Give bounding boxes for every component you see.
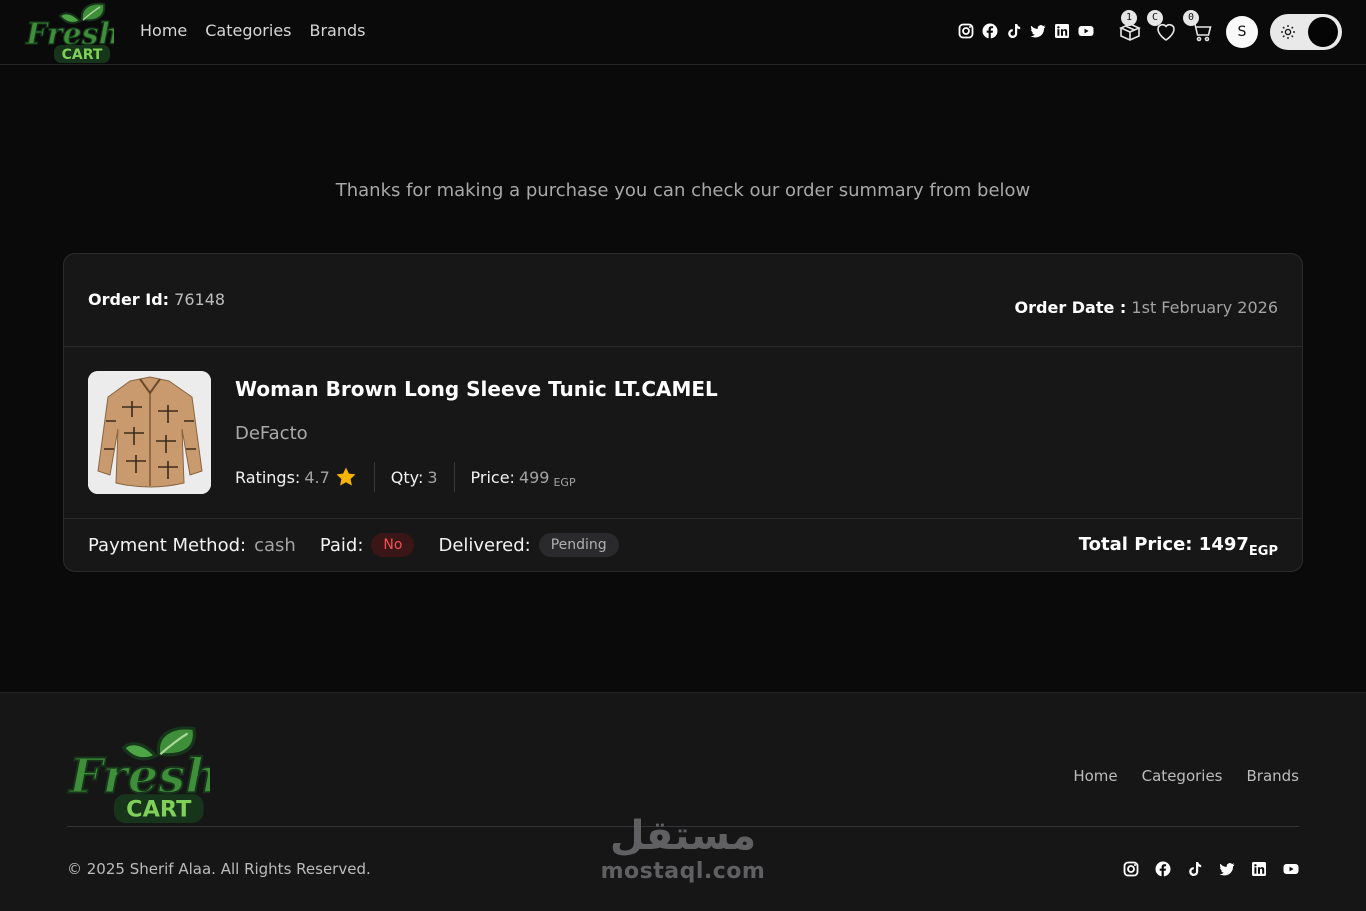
product-rating: Ratings: 4.7 xyxy=(235,462,374,492)
tiktok-icon[interactable] xyxy=(1006,23,1022,39)
footer-social-links xyxy=(1123,861,1299,877)
linkedin-icon[interactable] xyxy=(1251,861,1267,877)
product-brand: DeFacto xyxy=(235,423,308,444)
shirt-illustration xyxy=(88,371,211,494)
twitter-icon[interactable] xyxy=(1219,861,1235,877)
instagram-icon[interactable] xyxy=(958,23,974,39)
nav-action-icons: 1 C 0 xyxy=(1118,10,1218,48)
youtube-icon[interactable] xyxy=(1283,861,1299,877)
instagram-icon[interactable] xyxy=(1123,861,1139,877)
mostaql-watermark: مستقل mostaql.com xyxy=(598,812,768,884)
footer-link-brands[interactable]: Brands xyxy=(1247,767,1300,785)
paid-status-badge: No xyxy=(371,533,415,557)
toggle-knob xyxy=(1308,17,1338,47)
total-price-currency: EGP xyxy=(1248,544,1278,559)
order-footer: Payment Method: cash Paid: No Delivered:… xyxy=(64,519,1302,571)
watermark-arabic: مستقل xyxy=(609,813,757,859)
order-status: Payment Method: cash Paid: No Delivered:… xyxy=(88,531,619,559)
footer-nav: Home Categories Brands xyxy=(1073,767,1299,785)
twitter-icon[interactable] xyxy=(1030,23,1046,39)
facebook-icon[interactable] xyxy=(982,23,998,39)
fresh-cart-logo[interactable]: Fresh CART xyxy=(24,2,114,64)
product-image[interactable] xyxy=(88,371,211,494)
user-avatar[interactable]: S xyxy=(1226,16,1258,48)
order-id: Order Id: 76148 xyxy=(88,290,225,309)
order-item: Woman Brown Long Sleeve Tunic LT.CAMEL D… xyxy=(64,347,1302,519)
wishlist-count-badge: C xyxy=(1147,10,1163,26)
linkedin-icon[interactable] xyxy=(1054,23,1070,39)
product-meta: Ratings: 4.7 Qty: 3 Price: 499 EGP xyxy=(235,462,592,492)
copyright-text: © 2025 Sherif Alaa. All Rights Reserved. xyxy=(67,860,371,878)
nav-link-home[interactable]: Home xyxy=(140,21,187,40)
total-price-value: 1497 xyxy=(1198,534,1249,555)
footer-link-home[interactable]: Home xyxy=(1073,767,1117,785)
product-price: Price: 499 EGP xyxy=(453,462,592,492)
nav-link-brands[interactable]: Brands xyxy=(310,21,366,40)
paid-label: Paid: xyxy=(319,534,364,556)
order-id-label: Order Id: xyxy=(88,290,170,309)
price-value: 499 xyxy=(518,467,550,487)
payment-method-label: Payment Method: xyxy=(88,534,247,556)
footer-link-categories[interactable]: Categories xyxy=(1142,767,1223,785)
product-qty: Qty: 3 xyxy=(373,462,454,492)
total-price: Total Price: 1497EGP xyxy=(1078,534,1278,559)
rating-value: 4.7 xyxy=(304,467,330,487)
logo-text-cart: CART xyxy=(62,47,103,63)
facebook-icon[interactable] xyxy=(1155,861,1171,877)
order-id-value: 76148 xyxy=(174,290,226,309)
thanks-message: Thanks for making a purchase you can che… xyxy=(335,180,1031,201)
cart-count-badge: 0 xyxy=(1183,10,1199,26)
footer-fresh-cart-logo[interactable]: Fresh CART xyxy=(66,723,210,827)
youtube-icon[interactable] xyxy=(1078,23,1094,39)
payment-method: Payment Method: cash xyxy=(88,531,296,559)
delivered-status-badge: Pending xyxy=(538,533,619,557)
nav-link-categories[interactable]: Categories xyxy=(205,21,291,40)
watermark-latin: mostaql.com xyxy=(600,859,766,884)
footer-logo-text-cart: CART xyxy=(126,797,192,823)
total-price-label: Total Price: xyxy=(1078,534,1193,555)
order-date: Order Date : 1st February 2026 xyxy=(1015,298,1278,317)
qty-label: Qty: xyxy=(390,467,424,487)
product-title[interactable]: Woman Brown Long Sleeve Tunic LT.CAMEL xyxy=(235,377,718,401)
navbar: Fresh CART Home Categories Brands 1 C 0 … xyxy=(0,0,1366,65)
payment-method-value: cash xyxy=(254,534,296,556)
order-date-label: Order Date : xyxy=(1014,298,1127,317)
price-label: Price: xyxy=(470,467,515,487)
delivered-label: Delivered: xyxy=(438,534,531,556)
price-currency: EGP xyxy=(553,475,576,489)
main-nav: Home Categories Brands xyxy=(140,21,366,40)
paid-status: Paid: No xyxy=(320,531,415,559)
delivered-status: Delivered: Pending xyxy=(438,531,619,559)
order-summary-card: Order Id: 76148 Order Date : 1st Februar… xyxy=(63,253,1303,572)
orders-count-badge: 1 xyxy=(1121,10,1137,26)
order-header: Order Id: 76148 Order Date : 1st Februar… xyxy=(64,254,1302,347)
order-date-value: 1st February 2026 xyxy=(1131,298,1278,317)
nav-social-links xyxy=(958,23,1094,39)
sun-icon xyxy=(1281,25,1295,39)
theme-toggle[interactable] xyxy=(1270,14,1342,50)
qty-value: 3 xyxy=(427,467,438,487)
tiktok-icon[interactable] xyxy=(1187,861,1203,877)
rating-label: Ratings: xyxy=(235,467,301,487)
star-icon xyxy=(336,467,356,486)
